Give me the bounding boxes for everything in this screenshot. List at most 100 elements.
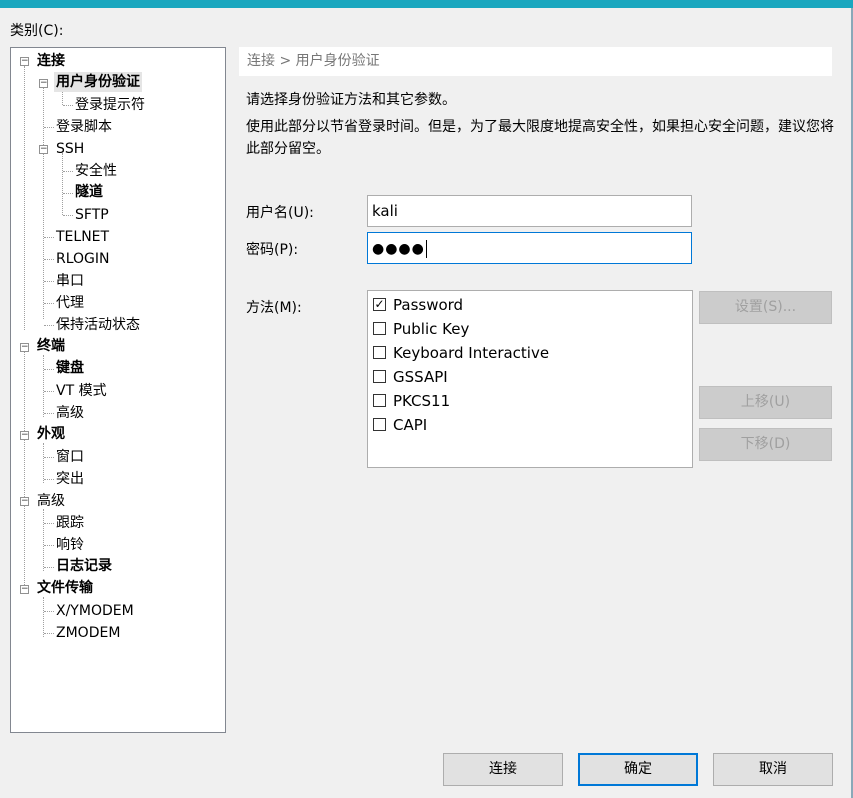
ok-button[interactable]: 确定 <box>578 753 698 786</box>
tree-line <box>44 567 54 568</box>
method-label-password: Password <box>393 296 464 314</box>
tree-line <box>44 545 54 546</box>
method-item-gssapi[interactable]: GSSAPI <box>373 366 448 388</box>
username-label: 用户名(U): <box>246 205 314 221</box>
tree-item-file-transfer[interactable]: 文件传输 <box>37 578 93 598</box>
method-item-keyboard-interactive[interactable]: Keyboard Interactive <box>373 342 549 364</box>
tree-item-keyboard[interactable]: 键盘 <box>56 358 84 378</box>
tree-item-tunneling[interactable]: 隧道 <box>75 182 103 202</box>
move-down-button[interactable]: 下移(D) <box>699 428 832 461</box>
tree-item-window[interactable]: 窗口 <box>56 447 84 467</box>
tree-line <box>44 413 54 414</box>
password-mask: ●●●● <box>372 241 425 257</box>
tree-item-ssh[interactable]: SSH <box>56 139 84 159</box>
category-tree[interactable]: − − − − − − − 连接 用户身份验证 登录提示符 登录脚本 SSH 安… <box>10 47 226 733</box>
tree-line <box>44 457 54 458</box>
tree-line <box>44 281 54 282</box>
password-label: 密码(P): <box>246 242 299 258</box>
tree-line <box>43 509 44 571</box>
breadcrumb: 连接 > 用户身份验证 <box>239 47 832 76</box>
tree-line <box>63 215 73 216</box>
method-label-public-key: Public Key <box>393 320 470 338</box>
collapse-icon[interactable]: − <box>20 431 29 440</box>
tree-item-trace[interactable]: 跟踪 <box>56 513 84 533</box>
username-input[interactable]: kali <box>367 195 692 227</box>
checkbox-icon[interactable] <box>373 346 386 359</box>
collapse-icon[interactable]: − <box>20 497 29 506</box>
tree-item-authentication[interactable]: 用户身份验证 <box>54 72 142 92</box>
tree-item-sftp[interactable]: SFTP <box>75 205 109 225</box>
settings-button[interactable]: 设置(S)... <box>699 291 832 324</box>
tree-line <box>43 87 44 319</box>
method-item-password[interactable]: ✓ Password <box>373 294 463 316</box>
tree-line <box>44 369 54 370</box>
tree-line <box>44 259 54 260</box>
collapse-icon[interactable]: − <box>39 145 48 154</box>
tree-item-advanced[interactable]: 高级 <box>37 491 65 511</box>
method-item-pkcs11[interactable]: PKCS11 <box>373 390 450 412</box>
tree-item-rlogin[interactable]: RLOGIN <box>56 249 110 269</box>
tree-item-terminal-advanced[interactable]: 高级 <box>56 403 84 423</box>
collapse-icon[interactable]: − <box>20 57 29 66</box>
method-list[interactable]: ✓ Password Public Key Keyboard Interactiv… <box>367 290 693 468</box>
method-label: 方法(M): <box>246 300 302 316</box>
tree-line <box>24 66 25 330</box>
tree-line <box>44 479 54 480</box>
tree-item-keep-alive[interactable]: 保持活动状态 <box>56 315 140 335</box>
text-cursor <box>425 239 427 258</box>
method-item-public-key[interactable]: Public Key <box>373 318 469 340</box>
checkbox-checked-icon[interactable]: ✓ <box>373 298 386 311</box>
tree-line <box>44 237 54 238</box>
tree-item-connection[interactable]: 连接 <box>37 51 65 71</box>
tree-item-login-prompts[interactable]: 登录提示符 <box>75 95 145 115</box>
tree-item-security[interactable]: 安全性 <box>75 161 117 181</box>
tree-item-zmodem[interactable]: ZMODEM <box>56 623 120 643</box>
tree-item-highlighting[interactable]: 突出 <box>56 469 84 489</box>
tree-line <box>44 633 54 634</box>
cancel-button[interactable]: 取消 <box>713 753 833 786</box>
tree-item-telnet[interactable]: TELNET <box>56 227 109 247</box>
checkbox-icon[interactable] <box>373 322 386 335</box>
tree-line <box>44 523 54 524</box>
tree-item-appearance[interactable]: 外观 <box>37 424 65 444</box>
tree-line <box>62 153 63 215</box>
move-up-button[interactable]: 上移(U) <box>699 386 832 419</box>
checkbox-icon[interactable] <box>373 370 386 383</box>
tree-line <box>44 303 54 304</box>
collapse-icon[interactable]: − <box>20 343 29 352</box>
window-title-bar <box>0 0 853 8</box>
method-label-pkcs11: PKCS11 <box>393 392 451 410</box>
tree-line <box>63 105 73 106</box>
method-label-capi: CAPI <box>393 416 428 434</box>
tree-line <box>44 391 54 392</box>
description-text: 请选择身份验证方法和其它参数。 <box>246 92 456 108</box>
password-input[interactable]: ●●●● <box>367 232 692 264</box>
tree-line <box>24 351 25 593</box>
tree-item-login-script[interactable]: 登录脚本 <box>56 117 112 137</box>
category-label: 类别(C): <box>10 23 64 39</box>
tree-item-proxy[interactable]: 代理 <box>56 293 84 313</box>
method-label-keyboard-interactive: Keyboard Interactive <box>393 344 550 362</box>
tree-line <box>44 611 54 612</box>
checkbox-icon[interactable] <box>373 418 386 431</box>
tree-item-serial[interactable]: 串口 <box>56 271 84 291</box>
tree-line <box>43 597 44 637</box>
connect-button[interactable]: 连接 <box>443 753 563 786</box>
collapse-icon[interactable]: − <box>20 585 29 594</box>
tree-line <box>43 443 44 483</box>
tree-item-bell[interactable]: 响铃 <box>56 535 84 555</box>
description-note: 使用此部分以节省登录时间。但是，为了最大限度地提高安全性，如果担心安全问题，建议… <box>246 119 834 157</box>
tree-item-logging[interactable]: 日志记录 <box>56 556 112 576</box>
checkbox-icon[interactable] <box>373 394 386 407</box>
tree-line <box>44 325 54 326</box>
tree-line <box>43 355 44 417</box>
tree-line <box>63 193 73 194</box>
collapse-icon[interactable]: − <box>39 79 48 88</box>
tree-item-terminal[interactable]: 终端 <box>37 336 65 356</box>
tree-item-xymodem[interactable]: X/YMODEM <box>56 601 134 621</box>
tree-item-vt-modes[interactable]: VT 模式 <box>56 381 107 401</box>
method-label-gssapi: GSSAPI <box>393 368 448 386</box>
method-item-capi[interactable]: CAPI <box>373 414 427 436</box>
tree-line <box>63 171 73 172</box>
tree-line <box>44 127 54 128</box>
